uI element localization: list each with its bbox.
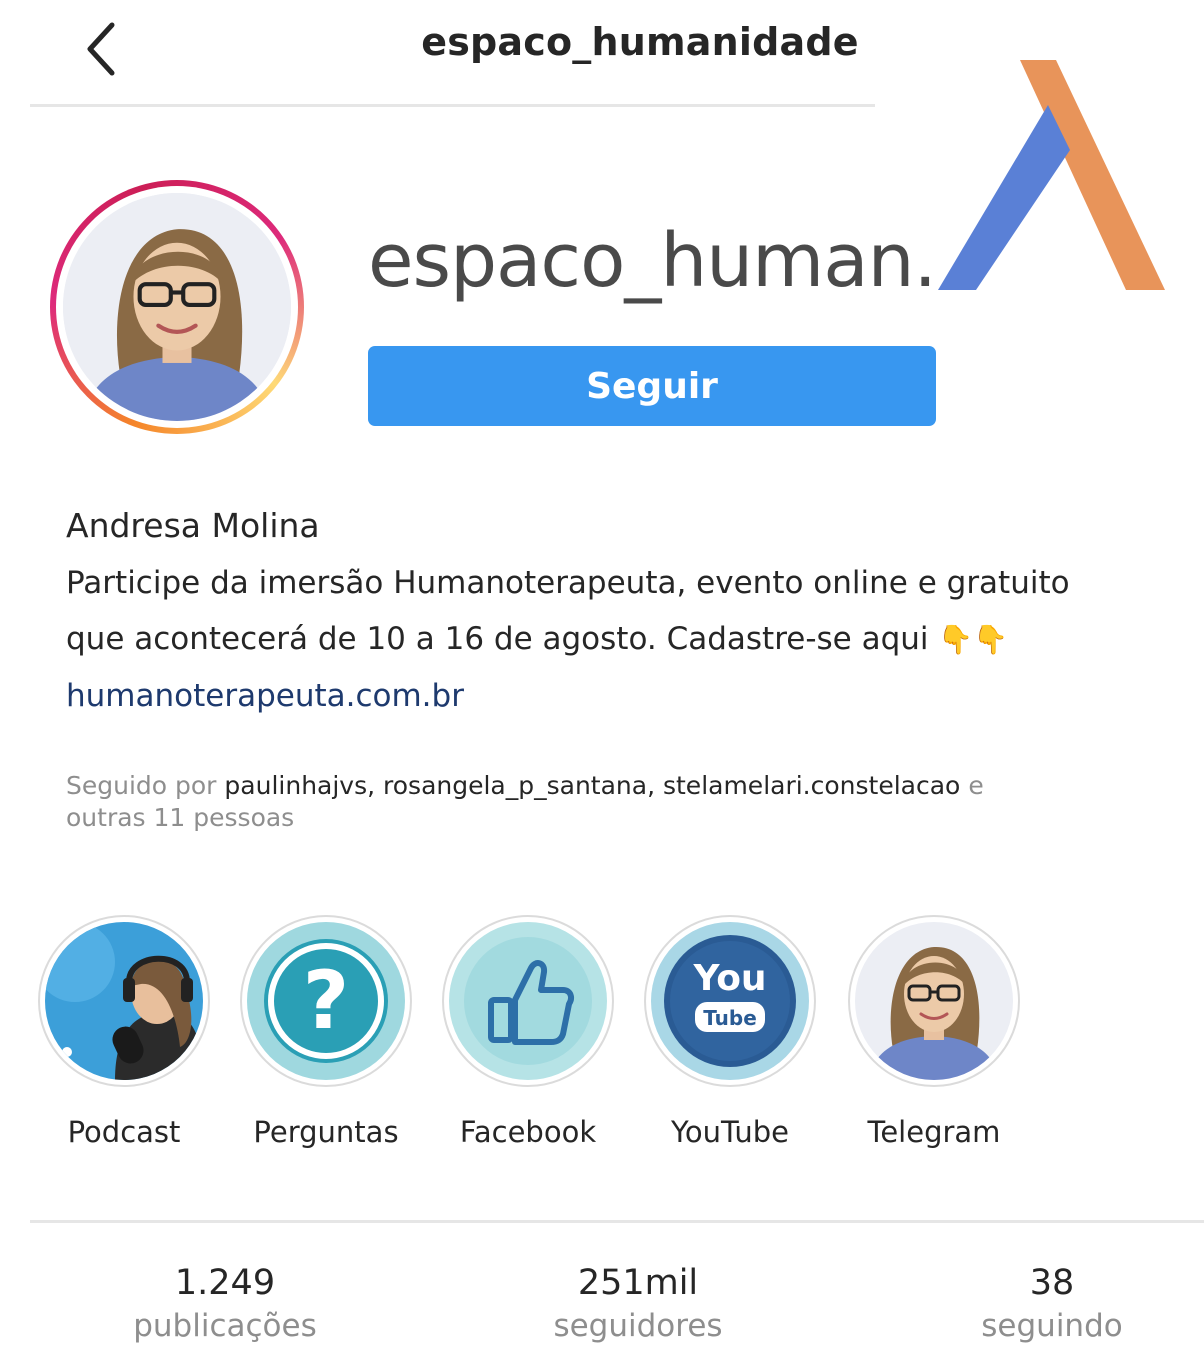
highlight-label: YouTube <box>671 1115 789 1149</box>
bio-section: Andresa Molina Participe da imersão Huma… <box>66 505 1204 724</box>
stat-label: publicações <box>133 1308 317 1344</box>
profile-username: espaco_human. <box>368 218 937 304</box>
followed-by-suffix: e <box>968 771 984 800</box>
highlight-perguntas[interactable]: ? Perguntas <box>240 915 412 1149</box>
stat-posts[interactable]: 1.249 publicações <box>75 1260 375 1346</box>
bio-line-1: Participe da imersão Humanoterapeuta, ev… <box>66 565 1070 601</box>
telegram-cover-image <box>855 922 1013 1080</box>
youtube-logo-top: You <box>692 958 766 999</box>
highlight-youtube[interactable]: You Tube YouTube <box>644 915 816 1149</box>
question-cover-image: ? <box>247 922 405 1080</box>
microphone-person-icon <box>45 922 203 1080</box>
like-cover-image <box>449 922 607 1080</box>
highlight-label: Perguntas <box>253 1115 399 1149</box>
highlight-label: Telegram <box>867 1115 1001 1149</box>
bio-website-link[interactable]: humanoterapeuta.com.br <box>66 668 1204 724</box>
full-name: Andresa Molina <box>66 506 320 545</box>
question-mark-icon: ? <box>247 922 405 1080</box>
follow-button[interactable]: Seguir <box>368 346 936 426</box>
back-button[interactable] <box>70 14 130 84</box>
profile-page: espaco_humanidade espaco_human. Seguir A… <box>0 0 1204 1350</box>
header-title: espaco_humanidade <box>421 20 859 64</box>
highlight-podcast[interactable]: Podcast <box>38 915 210 1149</box>
followed-by-prefix: Seguido por <box>66 771 217 800</box>
stat-value: 1.249 <box>174 1263 276 1303</box>
stat-value: 38 <box>1029 1263 1075 1303</box>
thumbs-up-icon <box>449 922 607 1080</box>
avatar <box>63 193 291 421</box>
stats-divider <box>30 1220 1204 1223</box>
header-divider <box>30 104 875 107</box>
person-portrait-icon <box>855 922 1013 1080</box>
youtube-logo-icon: You Tube <box>651 922 809 1080</box>
highlight-facebook[interactable]: Facebook <box>442 915 614 1149</box>
highlight-telegram[interactable]: Telegram <box>848 915 1020 1149</box>
chevron-left-icon <box>87 22 115 76</box>
bio-text: Participe da imersão Humanoterapeuta, ev… <box>66 555 1204 668</box>
person-portrait-icon <box>63 193 291 421</box>
story-highlights: Podcast ? Perguntas Facebook You Tube Yo… <box>38 915 1204 1149</box>
highlight-label: Facebook <box>459 1115 597 1149</box>
stat-value: 251mil <box>577 1263 699 1303</box>
stat-followers[interactable]: 251mil seguidores <box>488 1260 788 1346</box>
question-glyph: ? <box>303 954 349 1047</box>
avatar-story-ring[interactable] <box>50 180 304 434</box>
followed-by-others: outras 11 pessoas <box>66 803 295 832</box>
stat-label: seguindo <box>981 1308 1123 1344</box>
followed-by-text[interactable]: Seguido por paulinhajvs, rosangela_p_san… <box>66 770 1204 834</box>
highlight-label: Podcast <box>67 1115 181 1149</box>
followed-by-names: paulinhajvs, rosangela_p_santana, stelam… <box>224 771 961 800</box>
pointing-down-emoji-icon: 👇👇 <box>938 623 1009 656</box>
brand-logo-icon <box>938 60 1165 290</box>
stat-label: seguidores <box>553 1308 723 1344</box>
podcast-cover-image <box>45 922 203 1080</box>
bio-line-2: que acontecerá de 10 a 16 de agosto. Cad… <box>66 621 929 657</box>
youtube-logo-bottom: Tube <box>703 1006 757 1030</box>
youtube-cover-image: You Tube <box>651 922 809 1080</box>
stat-following[interactable]: 38 seguindo <box>902 1260 1202 1346</box>
